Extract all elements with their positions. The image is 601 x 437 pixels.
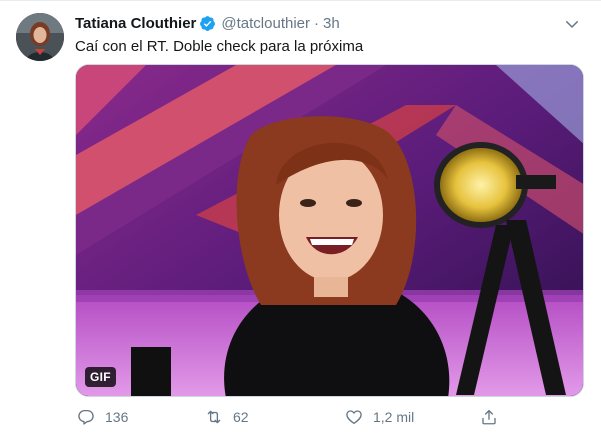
chevron-down-icon[interactable]: [563, 15, 581, 33]
reply-count: 136: [105, 409, 129, 425]
gif-badge: GIF: [85, 367, 116, 387]
tweet-timestamp[interactable]: 3h: [323, 15, 340, 32]
reply-button[interactable]: 136: [77, 408, 128, 426]
retweet-button[interactable]: 62: [205, 408, 249, 426]
tweet-text: Caí con el RT. Doble check para la próxi…: [75, 38, 364, 55]
retweet-icon: [207, 410, 221, 424]
tweet-card[interactable]: Tatiana Clouthier @tatclouthier · 3h Caí…: [0, 0, 601, 437]
reply-icon: [78, 409, 94, 425]
verified-badge-icon: [199, 15, 216, 32]
retweet-count: 62: [233, 409, 249, 425]
author-name[interactable]: Tatiana Clouthier: [75, 15, 196, 32]
author-handle[interactable]: @tatclouthier: [221, 15, 310, 32]
like-count: 1,2 mil: [373, 409, 415, 425]
gif-image: [76, 65, 583, 396]
share-button[interactable]: [480, 408, 498, 426]
tweet-actions: 136 62 1,2 mil: [75, 405, 505, 429]
share-icon: [482, 409, 496, 425]
avatar-image: [16, 13, 64, 61]
heart-icon: [346, 410, 362, 425]
tweet-header: Tatiana Clouthier @tatclouthier · 3h: [75, 13, 340, 33]
tweet-media-gif[interactable]: GIF: [75, 64, 584, 397]
like-button[interactable]: 1,2 mil: [345, 408, 414, 426]
header-separator: ·: [314, 14, 320, 32]
author-avatar[interactable]: [16, 13, 64, 61]
